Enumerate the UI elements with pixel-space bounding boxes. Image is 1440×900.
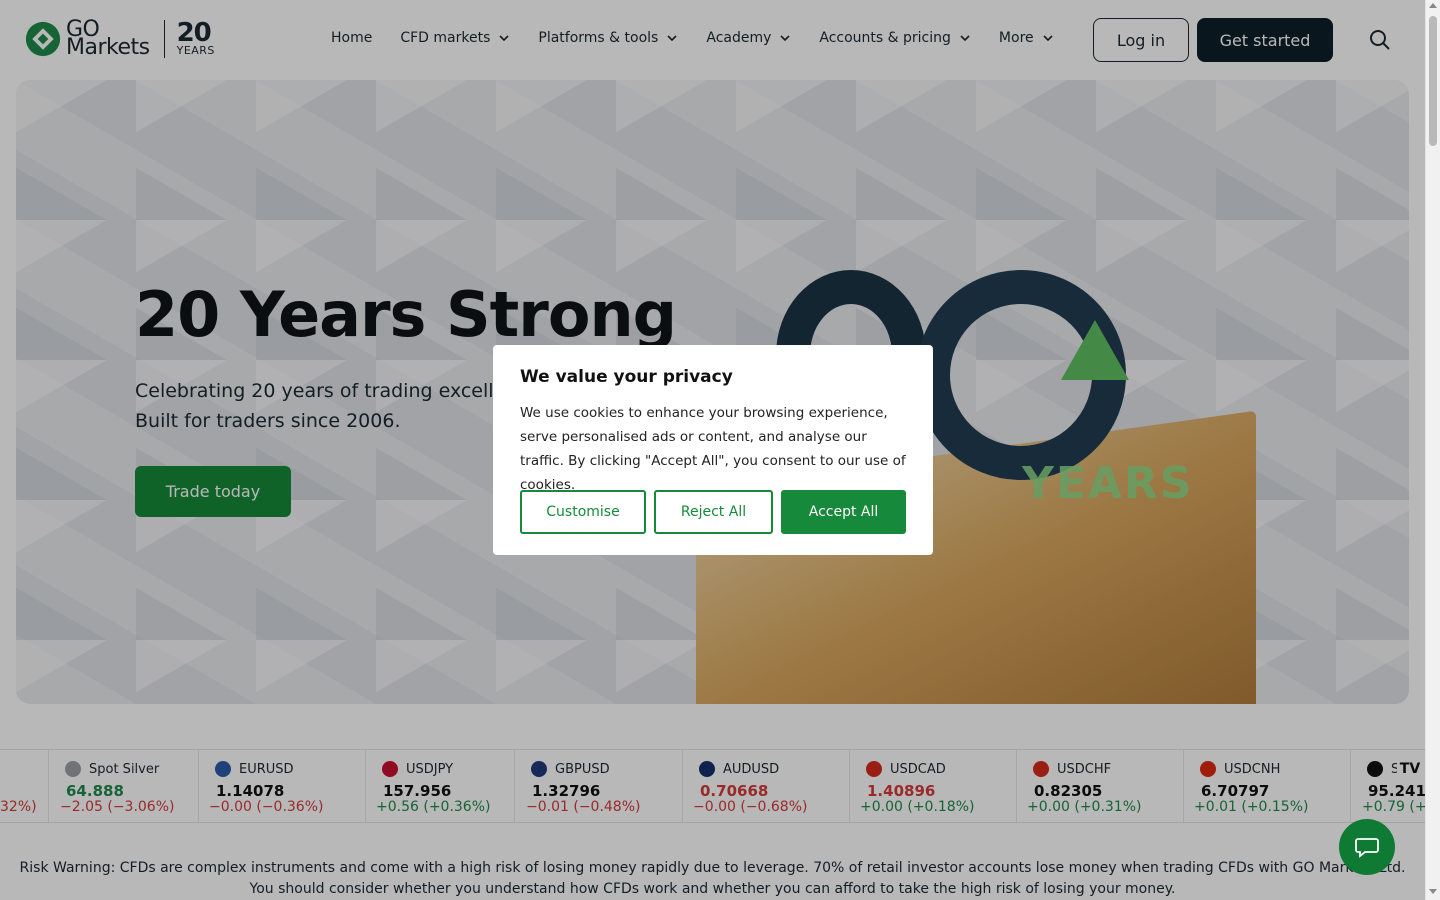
scroll-down-arrow-icon[interactable]	[1429, 889, 1437, 894]
chat-button[interactable]	[1339, 819, 1395, 875]
scroll-up-arrow-icon[interactable]	[1429, 3, 1437, 8]
cookie-title: We value your privacy	[520, 367, 733, 387]
cookie-consent-dialog: We value your privacy We use cookies to …	[493, 345, 933, 555]
customise-button[interactable]: Customise	[520, 490, 646, 534]
page-scrollbar[interactable]	[1425, 0, 1440, 900]
accept-all-button[interactable]: Accept All	[781, 490, 906, 534]
reject-all-button[interactable]: Reject All	[654, 490, 773, 534]
chat-bubble-icon	[1355, 838, 1379, 858]
cookie-actions: Customise Reject All Accept All	[520, 490, 906, 534]
cookie-body: We use cookies to enhance your browsing …	[520, 405, 906, 493]
scrollbar-thumb[interactable]	[1429, 16, 1437, 146]
